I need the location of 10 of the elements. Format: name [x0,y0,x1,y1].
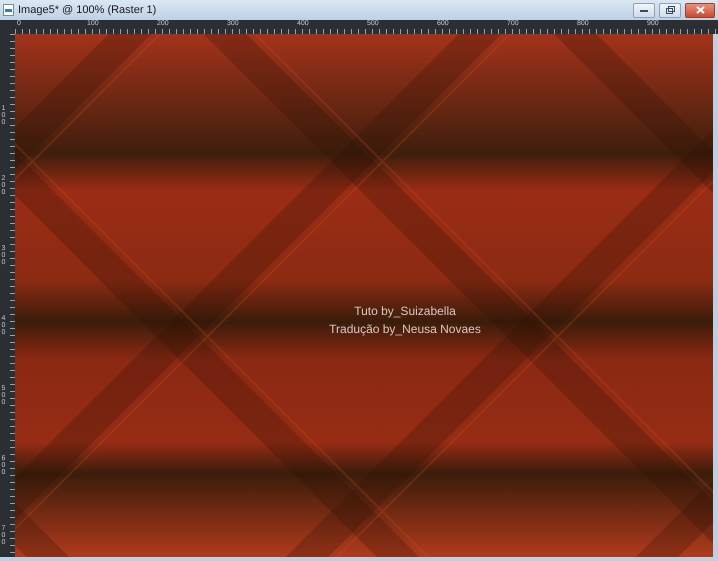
document-icon [3,4,14,16]
close-button[interactable] [685,2,715,18]
maximize-button[interactable] [659,2,681,18]
minimize-button[interactable] [633,2,655,18]
caption-text: Tradução by_Neusa Novaes [329,321,481,338]
caption-text: Tuto by_Suizabella [354,303,456,320]
close-icon [696,6,704,14]
minimize-icon [640,8,648,12]
restore-icon [666,6,674,14]
window-title: Image5* @ 100% (Raster 1) [18,2,156,18]
